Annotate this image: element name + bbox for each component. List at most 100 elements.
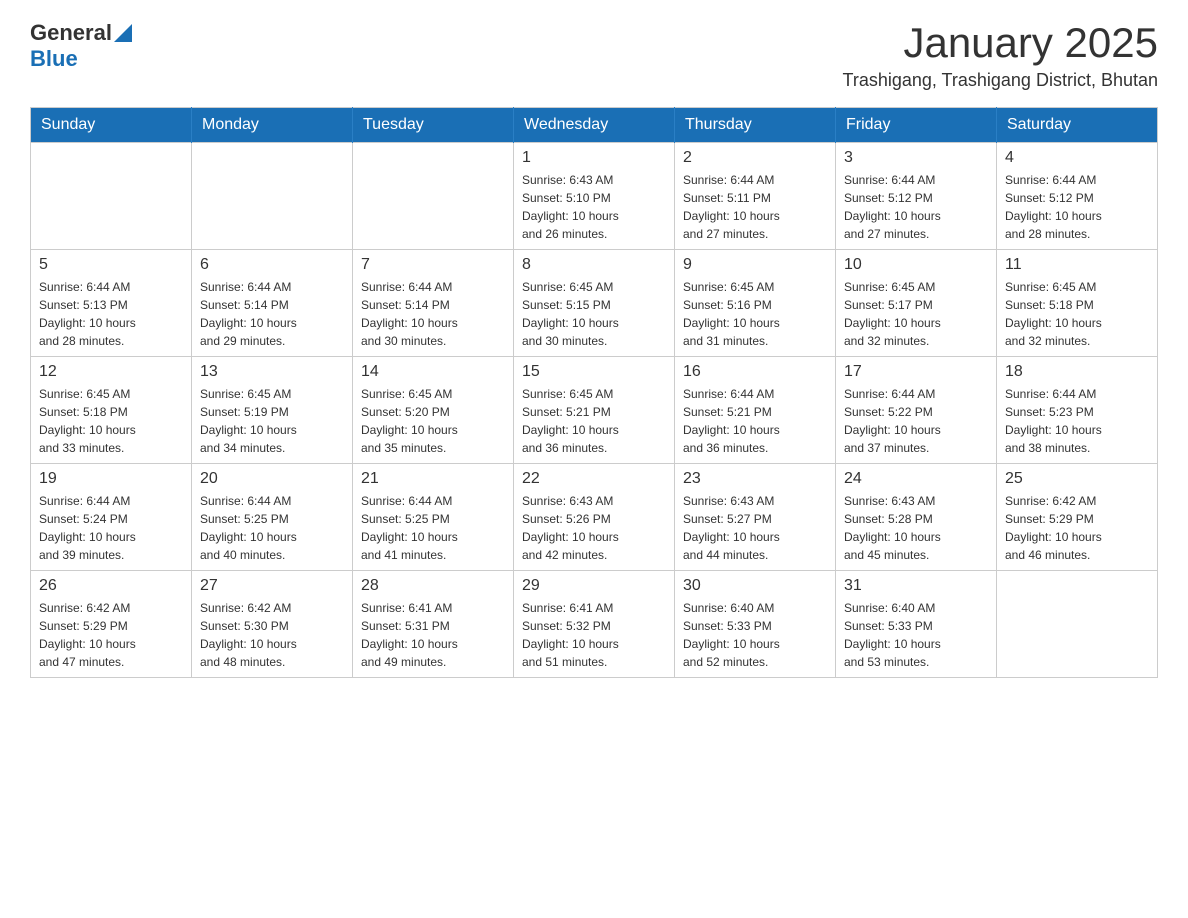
location-text: Trashigang, Trashigang District, Bhutan [843,70,1159,91]
calendar-header-tuesday: Tuesday [353,108,514,143]
day-number: 4 [1005,149,1149,167]
day-info: Sunrise: 6:44 AM Sunset: 5:14 PM Dayligh… [361,278,505,350]
calendar-cell: 10 Sunrise: 6:45 AM Sunset: 5:17 PM Dayli… [836,250,997,357]
calendar-cell: 8 Sunrise: 6:45 AM Sunset: 5:15 PM Daylig… [514,250,675,357]
day-number: 25 [1005,470,1149,488]
calendar-cell: 11 Sunrise: 6:45 AM Sunset: 5:18 PM Dayli… [997,250,1158,357]
day-number: 5 [39,256,183,274]
day-number: 6 [200,256,344,274]
day-info: Sunrise: 6:44 AM Sunset: 5:23 PM Dayligh… [1005,385,1149,457]
day-info: Sunrise: 6:44 AM Sunset: 5:21 PM Dayligh… [683,385,827,457]
day-info: Sunrise: 6:41 AM Sunset: 5:32 PM Dayligh… [522,599,666,671]
calendar-header-wednesday: Wednesday [514,108,675,143]
day-number: 3 [844,149,988,167]
calendar-week-row: 1 Sunrise: 6:43 AM Sunset: 5:10 PM Daylig… [31,143,1158,250]
calendar-cell: 25Sunrise: 6:42 AM Sunset: 5:29 PM Dayli… [997,464,1158,571]
day-number: 10 [844,256,988,274]
calendar-cell: 24Sunrise: 6:43 AM Sunset: 5:28 PM Dayli… [836,464,997,571]
day-number: 13 [200,363,344,381]
day-info: Sunrise: 6:40 AM Sunset: 5:33 PM Dayligh… [683,599,827,671]
logo-general-text: General [30,20,112,46]
calendar-header-row: SundayMondayTuesdayWednesdayThursdayFrid… [31,108,1158,143]
calendar-cell: 7 Sunrise: 6:44 AM Sunset: 5:14 PM Daylig… [353,250,514,357]
calendar-header-monday: Monday [192,108,353,143]
calendar-cell: 1 Sunrise: 6:43 AM Sunset: 5:10 PM Daylig… [514,143,675,250]
calendar-cell: 2Sunrise: 6:44 AM Sunset: 5:11 PM Daylig… [675,143,836,250]
day-info: Sunrise: 6:44 AM Sunset: 5:14 PM Dayligh… [200,278,344,350]
calendar-cell: 14Sunrise: 6:45 AM Sunset: 5:20 PM Dayli… [353,357,514,464]
calendar-cell [192,143,353,250]
day-number: 27 [200,577,344,595]
day-info: Sunrise: 6:42 AM Sunset: 5:29 PM Dayligh… [39,599,183,671]
day-info: Sunrise: 6:45 AM Sunset: 5:16 PM Dayligh… [683,278,827,350]
day-info: Sunrise: 6:44 AM Sunset: 5:13 PM Dayligh… [39,278,183,350]
day-info: Sunrise: 6:44 AM Sunset: 5:25 PM Dayligh… [361,492,505,564]
day-number: 20 [200,470,344,488]
day-number: 2 [683,149,827,167]
day-info: Sunrise: 6:45 AM Sunset: 5:18 PM Dayligh… [39,385,183,457]
day-number: 9 [683,256,827,274]
calendar-week-row: 19 Sunrise: 6:44 AM Sunset: 5:24 PM Dayli… [31,464,1158,571]
day-info: Sunrise: 6:44 AM Sunset: 5:24 PM Dayligh… [39,492,183,564]
day-number: 26 [39,577,183,595]
day-info: Sunrise: 6:44 AM Sunset: 5:12 PM Dayligh… [1005,171,1149,243]
logo-triangle-icon [114,24,132,42]
calendar-cell: 4 Sunrise: 6:44 AM Sunset: 5:12 PM Daylig… [997,143,1158,250]
calendar-cell: 16 Sunrise: 6:44 AM Sunset: 5:21 PM Dayli… [675,357,836,464]
calendar-header-saturday: Saturday [997,108,1158,143]
day-number: 23 [683,470,827,488]
title-area: January 2025 Trashigang, Trashigang Dist… [843,20,1159,91]
calendar-cell: 18 Sunrise: 6:44 AM Sunset: 5:23 PM Dayli… [997,357,1158,464]
day-info: Sunrise: 6:45 AM Sunset: 5:18 PM Dayligh… [1005,278,1149,350]
month-title: January 2025 [843,20,1159,66]
calendar-week-row: 5 Sunrise: 6:44 AM Sunset: 5:13 PM Daylig… [31,250,1158,357]
day-number: 11 [1005,256,1149,274]
calendar-header-thursday: Thursday [675,108,836,143]
calendar-cell: 23 Sunrise: 6:43 AM Sunset: 5:27 PM Dayli… [675,464,836,571]
calendar-header-friday: Friday [836,108,997,143]
day-info: Sunrise: 6:44 AM Sunset: 5:25 PM Dayligh… [200,492,344,564]
day-number: 1 [522,149,666,167]
calendar-cell: 19 Sunrise: 6:44 AM Sunset: 5:24 PM Dayli… [31,464,192,571]
calendar-cell: 15 Sunrise: 6:45 AM Sunset: 5:21 PM Dayli… [514,357,675,464]
calendar-cell: 3Sunrise: 6:44 AM Sunset: 5:12 PM Daylig… [836,143,997,250]
day-number: 16 [683,363,827,381]
page-header: General Blue January 2025 Trashigang, Tr… [30,20,1158,91]
day-info: Sunrise: 6:45 AM Sunset: 5:15 PM Dayligh… [522,278,666,350]
calendar-week-row: 26 Sunrise: 6:42 AM Sunset: 5:29 PM Dayli… [31,571,1158,678]
calendar-cell: 28 Sunrise: 6:41 AM Sunset: 5:31 PM Dayli… [353,571,514,678]
day-number: 15 [522,363,666,381]
day-number: 28 [361,577,505,595]
day-info: Sunrise: 6:44 AM Sunset: 5:22 PM Dayligh… [844,385,988,457]
day-info: Sunrise: 6:41 AM Sunset: 5:31 PM Dayligh… [361,599,505,671]
day-number: 19 [39,470,183,488]
day-number: 22 [522,470,666,488]
day-info: Sunrise: 6:43 AM Sunset: 5:27 PM Dayligh… [683,492,827,564]
day-number: 8 [522,256,666,274]
calendar-cell: 21 Sunrise: 6:44 AM Sunset: 5:25 PM Dayli… [353,464,514,571]
calendar-cell: 26 Sunrise: 6:42 AM Sunset: 5:29 PM Dayli… [31,571,192,678]
calendar-cell: 20 Sunrise: 6:44 AM Sunset: 5:25 PM Dayli… [192,464,353,571]
day-info: Sunrise: 6:43 AM Sunset: 5:10 PM Dayligh… [522,171,666,243]
day-number: 7 [361,256,505,274]
day-info: Sunrise: 6:45 AM Sunset: 5:20 PM Dayligh… [361,385,505,457]
calendar-week-row: 12Sunrise: 6:45 AM Sunset: 5:18 PM Dayli… [31,357,1158,464]
day-number: 31 [844,577,988,595]
calendar-header-sunday: Sunday [31,108,192,143]
calendar-cell [997,571,1158,678]
calendar-cell: 30Sunrise: 6:40 AM Sunset: 5:33 PM Dayli… [675,571,836,678]
day-number: 18 [1005,363,1149,381]
day-number: 21 [361,470,505,488]
calendar-table: SundayMondayTuesdayWednesdayThursdayFrid… [30,107,1158,678]
day-number: 17 [844,363,988,381]
calendar-cell [31,143,192,250]
day-info: Sunrise: 6:45 AM Sunset: 5:17 PM Dayligh… [844,278,988,350]
day-info: Sunrise: 6:45 AM Sunset: 5:21 PM Dayligh… [522,385,666,457]
day-info: Sunrise: 6:40 AM Sunset: 5:33 PM Dayligh… [844,599,988,671]
logo: General Blue [30,20,132,72]
calendar-cell: 13Sunrise: 6:45 AM Sunset: 5:19 PM Dayli… [192,357,353,464]
calendar-cell: 29Sunrise: 6:41 AM Sunset: 5:32 PM Dayli… [514,571,675,678]
day-info: Sunrise: 6:43 AM Sunset: 5:28 PM Dayligh… [844,492,988,564]
day-info: Sunrise: 6:42 AM Sunset: 5:30 PM Dayligh… [200,599,344,671]
calendar-cell: 22Sunrise: 6:43 AM Sunset: 5:26 PM Dayli… [514,464,675,571]
